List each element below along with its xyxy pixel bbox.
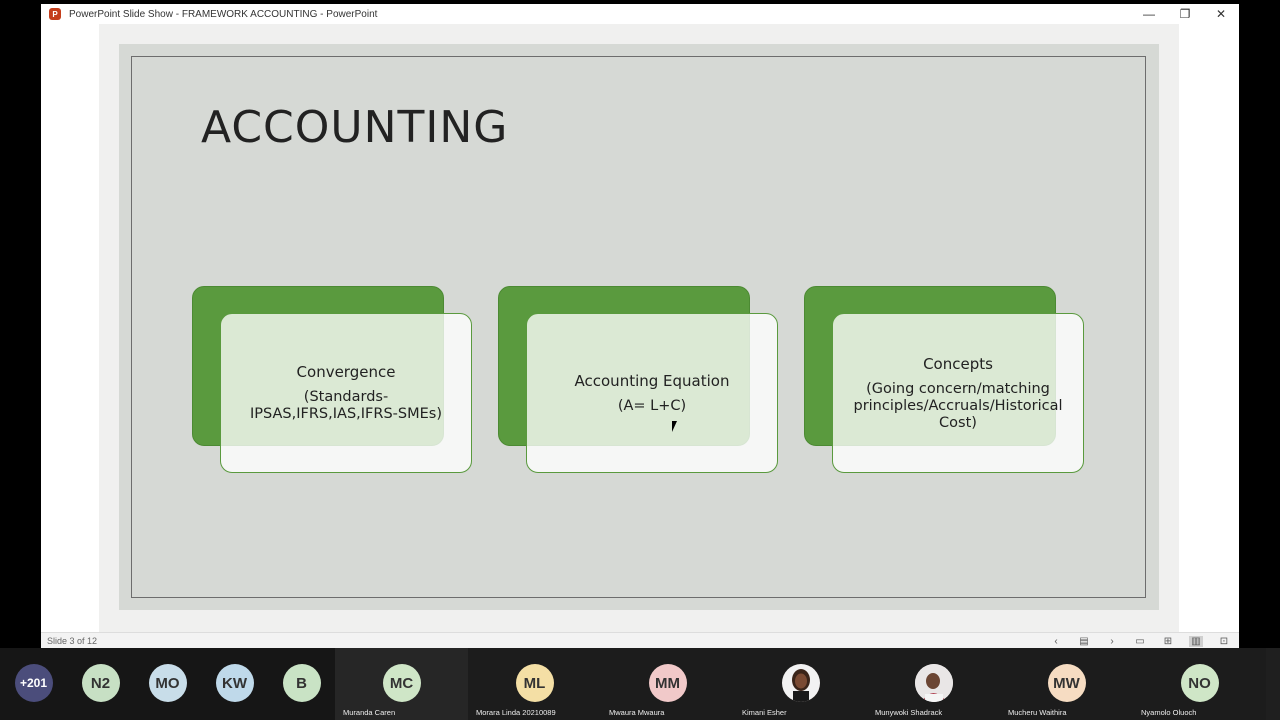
slide-area: ACCOUNTING Convergence (Standards-IPSAS,… — [99, 24, 1179, 632]
avatar: KW — [215, 664, 254, 702]
participant-tile[interactable]: N2 — [67, 648, 134, 720]
participant-name: Kimani Esher — [742, 708, 787, 717]
card-body: (Standards-IPSAS,IFRS,IAS,IFRS-SMEs) — [250, 389, 442, 422]
card-convergence: Convergence (Standards-IPSAS,IFRS,IAS,IF… — [220, 313, 472, 473]
card-title: Convergence — [296, 363, 396, 381]
avatar: MC — [382, 664, 421, 702]
avatar: MM — [648, 664, 687, 702]
avatar-photo — [914, 664, 953, 702]
avatar: NO — [1180, 664, 1219, 702]
title-bar: P PowerPoint Slide Show - FRAMEWORK ACCO… — [41, 4, 1239, 24]
avatar: N2 — [81, 664, 120, 702]
slideshow-icon[interactable]: ⊡ — [1217, 636, 1231, 647]
avatar-photo — [781, 664, 820, 702]
avatar: MW — [1047, 664, 1086, 702]
participant-tile[interactable]: NO Nyamolo Oluoch — [1133, 648, 1266, 720]
card-title: Concepts — [923, 354, 993, 373]
window-title: PowerPoint Slide Show - FRAMEWORK ACCOUN… — [69, 8, 378, 20]
participant-tile[interactable]: Munywoki Shadrack — [867, 648, 1000, 720]
participant-tile[interactable]: B — [268, 648, 335, 720]
slide-count: Slide 3 of 12 — [47, 636, 98, 646]
participant-name: Muranda Caren — [343, 708, 396, 717]
slide-sorter-icon[interactable]: ⊞ — [1161, 636, 1175, 647]
reading-view-icon[interactable]: ▥ — [1189, 635, 1203, 647]
mouse-cursor-icon — [672, 421, 681, 432]
slide[interactable]: ACCOUNTING Convergence (Standards-IPSAS,… — [119, 44, 1159, 610]
chevron-left-icon[interactable]: ‹ — [1049, 636, 1063, 647]
participants-strip: +201 N2 MO KW B MC Muranda Caren ML Mora… — [0, 648, 1280, 720]
participant-name: Morara Linda 20210089 — [476, 708, 556, 717]
card-body: (A= L+C) — [617, 397, 687, 414]
participant-name: Mwaura Mwaura — [609, 708, 665, 717]
minimize-icon[interactable]: — — [1131, 4, 1167, 24]
chevron-right-icon[interactable]: › — [1105, 636, 1119, 647]
participant-name: Munywoki Shadrack — [875, 708, 943, 717]
participant-tile[interactable]: MM Mwaura Mwaura — [601, 648, 734, 720]
normal-view-icon[interactable]: ▭ — [1133, 636, 1147, 647]
restore-icon[interactable]: ❐ — [1167, 4, 1203, 24]
participant-name: Nyamolo Oluoch — [1141, 708, 1197, 717]
card-body: (Going concern/matching principles/Accru… — [853, 380, 1063, 431]
card-title: Accounting Equation — [574, 371, 730, 390]
participant-tile[interactable]: MO — [134, 648, 201, 720]
participant-tile[interactable]: KW — [201, 648, 268, 720]
avatar: ML — [515, 664, 554, 702]
more-participants-badge[interactable]: +201 — [14, 664, 53, 702]
close-icon[interactable]: ✕ — [1203, 4, 1239, 24]
participant-tile[interactable]: ML Morara Linda 20210089 — [468, 648, 601, 720]
participant-tile[interactable]: +201 — [0, 648, 67, 720]
card-concepts: Concepts (Going concern/matching princip… — [832, 313, 1084, 473]
participant-tile[interactable]: MW Mucheru Waithira — [1000, 648, 1133, 720]
participant-name: Mucheru Waithira — [1008, 708, 1067, 717]
avatar: B — [282, 664, 321, 702]
participant-tile[interactable]: MC Muranda Caren — [335, 648, 468, 720]
slide-menu-icon[interactable]: ▤ — [1077, 636, 1091, 647]
powerpoint-window: P PowerPoint Slide Show - FRAMEWORK ACCO… — [41, 4, 1239, 649]
card-accounting-equation: Accounting Equation (A= L+C) — [526, 313, 778, 473]
slide-title: ACCOUNTING — [201, 102, 509, 153]
avatar: MO — [148, 664, 187, 702]
participant-tile[interactable]: Kimani Esher — [734, 648, 867, 720]
status-bar: Slide 3 of 12 ‹ ▤ › ▭ ⊞ ▥ ⊡ — [41, 632, 1239, 649]
powerpoint-icon: P — [49, 8, 61, 20]
